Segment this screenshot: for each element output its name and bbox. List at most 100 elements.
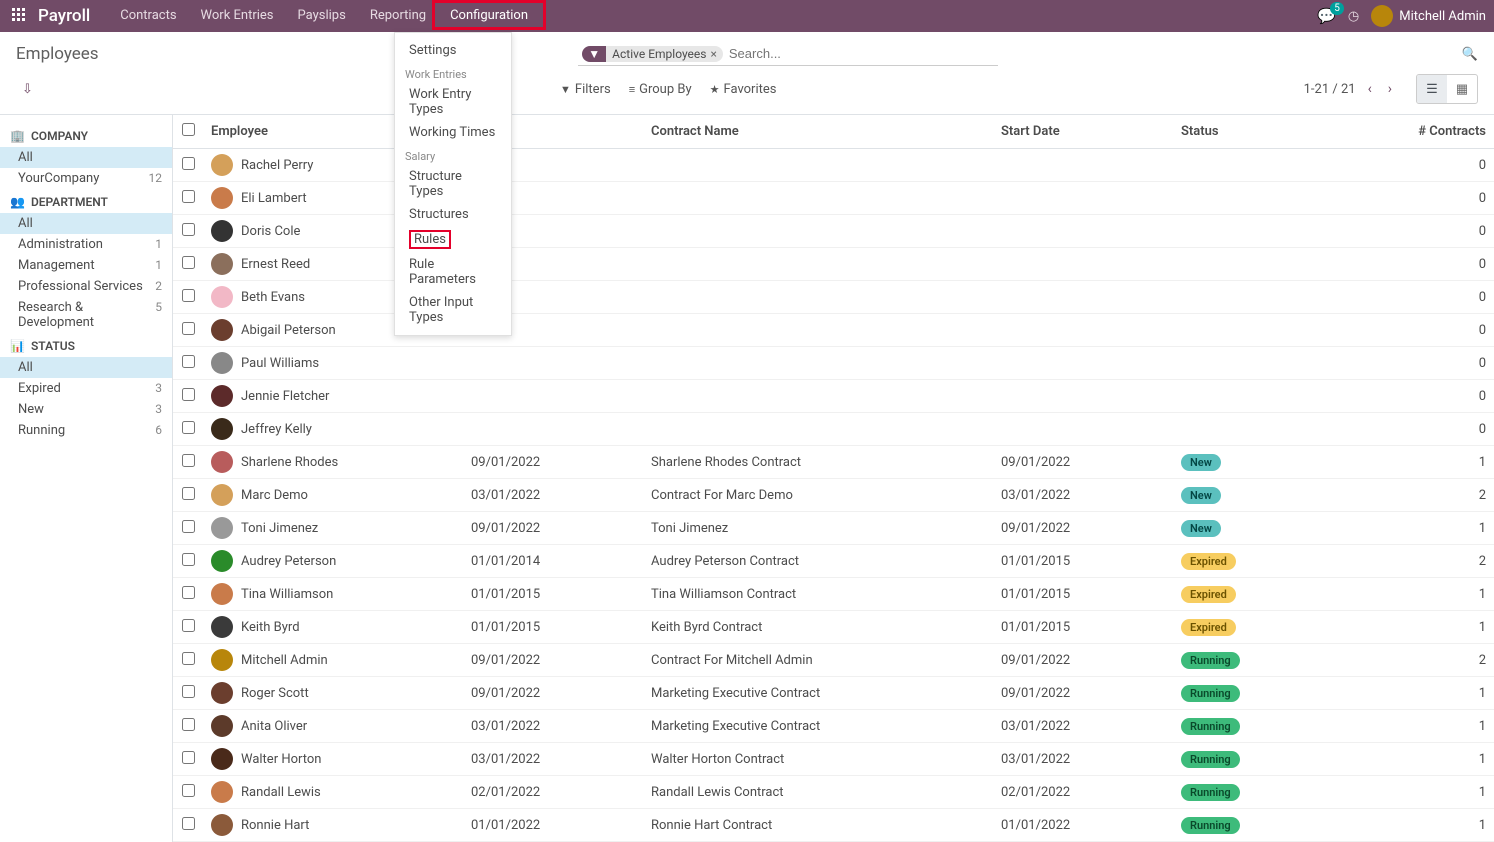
dropdown-structures[interactable]: Structures xyxy=(395,203,511,226)
table-row[interactable]: Jennie Fletcher0 xyxy=(173,380,1494,413)
table-row[interactable]: Toni Jimenez09/01/2022Toni Jimenez09/01/… xyxy=(173,512,1494,545)
dropdown-other-input-types[interactable]: Other Input Types xyxy=(395,291,511,329)
dropdown-rules[interactable]: Rules xyxy=(395,226,511,253)
row-checkbox[interactable] xyxy=(182,256,195,269)
messaging-icon[interactable]: 💬 5 xyxy=(1317,7,1336,25)
dropdown-work-entry-types[interactable]: Work Entry Types xyxy=(395,83,511,121)
row-checkbox[interactable] xyxy=(182,322,195,335)
sidebar-item[interactable]: Administration1 xyxy=(0,234,172,255)
table-row[interactable]: Randall Lewis02/01/2022Randall Lewis Con… xyxy=(173,776,1494,809)
pager-prev-icon[interactable]: ‹ xyxy=(1364,77,1376,101)
dropdown-working-times[interactable]: Working Times xyxy=(395,121,511,144)
status-badge: New xyxy=(1181,487,1221,504)
table-row[interactable]: Eli Lambert0 xyxy=(173,182,1494,215)
table-row[interactable]: Audrey Peterson01/01/2014Audrey Peterson… xyxy=(173,545,1494,578)
table-row[interactable]: Tina Williamson01/01/2015Tina Williamson… xyxy=(173,578,1494,611)
table-row[interactable]: Mitchell Admin09/01/2022Contract For Mit… xyxy=(173,644,1494,677)
ref-date-cell: 09/01/2022 xyxy=(463,644,643,677)
sidebar-item[interactable]: New3 xyxy=(0,399,172,420)
table-row[interactable]: Sharlene Rhodes09/01/2022Sharlene Rhodes… xyxy=(173,446,1494,479)
activities-icon[interactable]: ◷ xyxy=(1348,9,1359,24)
table-row[interactable]: Rachel Perry0 xyxy=(173,149,1494,182)
row-checkbox[interactable] xyxy=(182,784,195,797)
export-icon[interactable]: ⇩ xyxy=(22,82,33,97)
table-row[interactable]: Marc Demo03/01/2022Contract For Marc Dem… xyxy=(173,479,1494,512)
list-view-button[interactable]: ☰ xyxy=(1417,75,1447,103)
sidebar-item[interactable]: Professional Services2 xyxy=(0,276,172,297)
row-checkbox[interactable] xyxy=(182,289,195,302)
nav-configuration[interactable]: Configuration xyxy=(438,0,540,32)
sidebar-item[interactable]: Research & Development5 xyxy=(0,297,172,333)
dropdown-rule-parameters[interactable]: Rule Parameters xyxy=(395,253,511,291)
apps-icon[interactable] xyxy=(12,8,28,24)
table-row[interactable]: Roger Scott09/01/2022Marketing Executive… xyxy=(173,677,1494,710)
pager-next-icon[interactable]: › xyxy=(1384,77,1396,101)
table-row[interactable]: Doris Cole0 xyxy=(173,215,1494,248)
col-contracts-count[interactable]: # Contracts xyxy=(1384,115,1494,149)
search-icon[interactable]: 🔍 xyxy=(1462,47,1478,62)
contract-name-cell: Marketing Executive Contract xyxy=(643,677,993,710)
search-box[interactable]: ▼ Active Employees × xyxy=(578,42,998,66)
nav-contracts[interactable]: Contracts xyxy=(108,0,188,32)
sidebar-item[interactable]: All xyxy=(0,147,172,168)
remove-facet-icon[interactable]: × xyxy=(710,47,716,61)
avatar-icon xyxy=(211,517,233,539)
table-row[interactable]: Walter Horton03/01/2022Walter Horton Con… xyxy=(173,743,1494,776)
row-checkbox[interactable] xyxy=(182,355,195,368)
group-by-button[interactable]: ≡Group By xyxy=(629,82,692,97)
col-start-date[interactable]: Start Date xyxy=(993,115,1173,149)
dropdown-settings[interactable]: Settings xyxy=(395,39,511,62)
table-row[interactable]: Ronnie Hart01/01/2022Ronnie Hart Contrac… xyxy=(173,809,1494,842)
search-input[interactable] xyxy=(723,44,994,63)
user-menu[interactable]: Mitchell Admin xyxy=(1371,5,1486,27)
dropdown-section-salary: Salary xyxy=(395,144,511,165)
favorites-button[interactable]: ★Favorites xyxy=(710,82,777,97)
nav-reporting[interactable]: Reporting xyxy=(358,0,438,32)
sidebar-item[interactable]: Management1 xyxy=(0,255,172,276)
table-wrap: Employee Contract Name Start Date Status… xyxy=(173,115,1494,842)
sidebar-item[interactable]: Running6 xyxy=(0,420,172,441)
sidebar-item[interactable]: Expired3 xyxy=(0,378,172,399)
nav-work-entries[interactable]: Work Entries xyxy=(189,0,286,32)
row-checkbox[interactable] xyxy=(182,190,195,203)
row-checkbox[interactable] xyxy=(182,718,195,731)
row-checkbox[interactable] xyxy=(182,553,195,566)
status-badge: Running xyxy=(1181,751,1240,768)
row-checkbox[interactable] xyxy=(182,619,195,632)
row-checkbox[interactable] xyxy=(182,685,195,698)
row-checkbox[interactable] xyxy=(182,421,195,434)
table-row[interactable]: Beth Evans0 xyxy=(173,281,1494,314)
table-row[interactable]: Abigail Peterson0 xyxy=(173,314,1494,347)
employee-name: Anita Oliver xyxy=(241,719,307,734)
row-checkbox[interactable] xyxy=(182,751,195,764)
sidebar-item[interactable]: YourCompany12 xyxy=(0,168,172,189)
message-count-badge: 5 xyxy=(1330,2,1344,15)
sidebar-item[interactable]: All xyxy=(0,357,172,378)
table-row[interactable]: Jeffrey Kelly0 xyxy=(173,413,1494,446)
row-checkbox[interactable] xyxy=(182,454,195,467)
table-row[interactable]: Anita Oliver03/01/2022Marketing Executiv… xyxy=(173,710,1494,743)
table-row[interactable]: Ernest Reed0 xyxy=(173,248,1494,281)
col-contract-name[interactable]: Contract Name xyxy=(643,115,993,149)
contracts-count-cell: 1 xyxy=(1384,578,1494,611)
sidebar-item[interactable]: All xyxy=(0,213,172,234)
filters-button[interactable]: ▼Filters xyxy=(560,82,611,97)
kanban-view-button[interactable]: ▦ xyxy=(1447,75,1477,103)
row-checkbox[interactable] xyxy=(182,817,195,830)
dropdown-structure-types[interactable]: Structure Types xyxy=(395,165,511,203)
employee-name: Mitchell Admin xyxy=(241,653,328,668)
table-row[interactable]: Keith Byrd01/01/2015Keith Byrd Contract0… xyxy=(173,611,1494,644)
pager-text[interactable]: 1-21 / 21 xyxy=(1304,82,1356,97)
brand-title[interactable]: Payroll xyxy=(38,6,90,26)
select-all-checkbox[interactable] xyxy=(182,123,195,136)
row-checkbox[interactable] xyxy=(182,157,195,170)
row-checkbox[interactable] xyxy=(182,586,195,599)
table-row[interactable]: Paul Williams0 xyxy=(173,347,1494,380)
row-checkbox[interactable] xyxy=(182,388,195,401)
row-checkbox[interactable] xyxy=(182,223,195,236)
nav-payslips[interactable]: Payslips xyxy=(286,0,358,32)
row-checkbox[interactable] xyxy=(182,652,195,665)
row-checkbox[interactable] xyxy=(182,487,195,500)
col-status[interactable]: Status xyxy=(1173,115,1384,149)
row-checkbox[interactable] xyxy=(182,520,195,533)
